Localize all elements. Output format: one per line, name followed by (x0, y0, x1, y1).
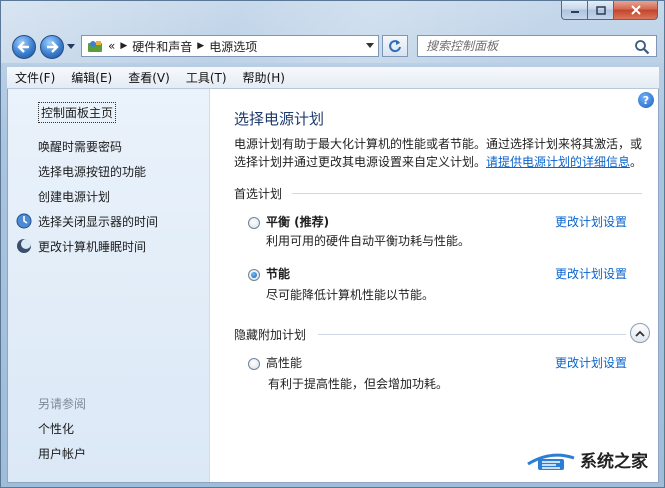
page-title: 选择电源计划 (234, 110, 325, 128)
breadcrumb-separator-icon[interactable]: ▶ (120, 41, 127, 51)
sidebar-item-create-plan[interactable]: 创建电源计划 (38, 188, 110, 205)
address-bar[interactable]: « ▶ 硬件和声音 ▶ 电源选项 (81, 35, 379, 57)
watermark: 系统之家 (526, 447, 648, 472)
intro-end: 。 (630, 155, 643, 169)
control-panel-icon (86, 38, 104, 54)
forward-button[interactable] (40, 35, 64, 59)
navigation-bar: « ▶ 硬件和声音 ▶ 电源选项 (9, 33, 661, 61)
change-plan-settings-link[interactable]: 更改计划设置 (555, 354, 627, 371)
plan-name-power-saver[interactable]: 节能 (266, 265, 290, 282)
refresh-icon (389, 40, 401, 53)
breadcrumb-power-options[interactable]: 电源选项 (209, 38, 257, 55)
plan-desc-high-performance: 有利于提高性能，但会增加功耗。 (268, 377, 449, 391)
watermark-logo-icon (527, 453, 575, 470)
plan-desc-balanced: 利用可用的硬件自动平衡功耗与性能。 (266, 234, 471, 248)
plan-desc-power-saver: 尽可能降低计算机性能以节能。 (266, 288, 435, 302)
breadcrumb-overflow[interactable]: « (108, 39, 115, 53)
sidebar-item-display-off[interactable]: 选择关闭显示器的时间 (38, 213, 158, 230)
menu-help[interactable]: 帮助(H) (243, 69, 285, 86)
breadcrumb-separator-icon[interactable]: ▶ (197, 41, 204, 51)
forward-arrow-icon (47, 41, 59, 53)
sidebar-item-power-buttons[interactable]: 选择电源按钮的功能 (38, 163, 146, 180)
main-content: ? 选择电源计划 电源计划有助于最大化计算机的性能或者节能。通过选择计划来将其激… (210, 89, 658, 482)
search-input[interactable] (426, 39, 626, 53)
close-icon (630, 5, 641, 15)
monitor-icon (16, 213, 32, 229)
menu-view[interactable]: 查看(V) (128, 69, 170, 86)
sidebar-item-sleep-time[interactable]: 更改计算机睡眠时间 (38, 238, 146, 255)
close-button[interactable] (614, 1, 658, 20)
back-button[interactable] (12, 35, 36, 59)
breadcrumb-hardware-sound[interactable]: 硬件和声音 (132, 38, 192, 55)
collapse-hidden-plans-button[interactable] (630, 323, 650, 343)
group-divider (292, 193, 642, 194)
plan-radio-balanced[interactable] (248, 217, 260, 229)
window-frame: « ▶ 硬件和声音 ▶ 电源选项 文件(F) 编辑(E) 查看(V) 工具(T)… (0, 0, 665, 488)
plan-name-high-performance[interactable]: 高性能 (266, 354, 302, 371)
chevron-down-icon (67, 44, 75, 49)
sidebar-control-panel-home[interactable]: 控制面板主页 (38, 102, 117, 123)
sidebar-item-personalization[interactable]: 个性化 (38, 420, 74, 437)
help-icon[interactable]: ? (638, 92, 654, 108)
moon-icon (17, 239, 31, 253)
change-plan-settings-link[interactable]: 更改计划设置 (555, 213, 627, 230)
group-divider (318, 334, 626, 335)
menu-edit[interactable]: 编辑(E) (71, 69, 112, 86)
plan-details-link[interactable]: 请提供电源计划的详细信息 (486, 155, 630, 169)
recent-pages-button[interactable] (67, 43, 77, 52)
change-plan-settings-link[interactable]: 更改计划设置 (555, 265, 627, 282)
hidden-plans-label: 隐藏附加计划 (234, 328, 307, 342)
sidebar: 控制面板主页 唤醒时需要密码 选择电源按钮的功能 创建电源计划 选择关闭显示器的… (8, 89, 210, 482)
menu-tools[interactable]: 工具(T) (186, 69, 227, 86)
menu-file[interactable]: 文件(F) (15, 69, 55, 86)
chevron-up-icon (635, 330, 645, 337)
client-area: 控制面板主页 唤醒时需要密码 选择电源按钮的功能 创建电源计划 选择关闭显示器的… (7, 89, 659, 483)
plan-name-balanced[interactable]: 平衡 (推荐) (266, 213, 329, 230)
plan-radio-power-saver[interactable] (248, 269, 260, 281)
address-dropdown-button[interactable] (362, 36, 378, 56)
maximize-icon (595, 5, 606, 15)
menu-bar: 文件(F) 编辑(E) 查看(V) 工具(T) 帮助(H) (7, 67, 659, 89)
preferred-plans-label: 首选计划 (234, 187, 283, 201)
minimize-button[interactable] (561, 1, 588, 20)
watermark-text: 系统之家 (580, 452, 648, 472)
minimize-icon (570, 11, 579, 13)
maximize-button[interactable] (588, 1, 614, 20)
chevron-down-icon (366, 43, 374, 48)
intro-text: 电源计划有助于最大化计算机的性能或者节能。通过选择计划来将其激活，或选择计划并通… (234, 135, 652, 171)
sidebar-item-wake-password[interactable]: 唤醒时需要密码 (38, 138, 122, 155)
back-arrow-icon (17, 41, 29, 53)
caption-buttons (561, 1, 658, 20)
search-icon[interactable] (634, 39, 650, 55)
refresh-button[interactable] (382, 35, 408, 57)
see-also-heading: 另请参阅 (38, 397, 87, 411)
plan-radio-high-performance[interactable] (248, 358, 260, 370)
sidebar-item-user-accounts[interactable]: 用户帐户 (38, 445, 86, 462)
search-box[interactable] (417, 35, 657, 57)
